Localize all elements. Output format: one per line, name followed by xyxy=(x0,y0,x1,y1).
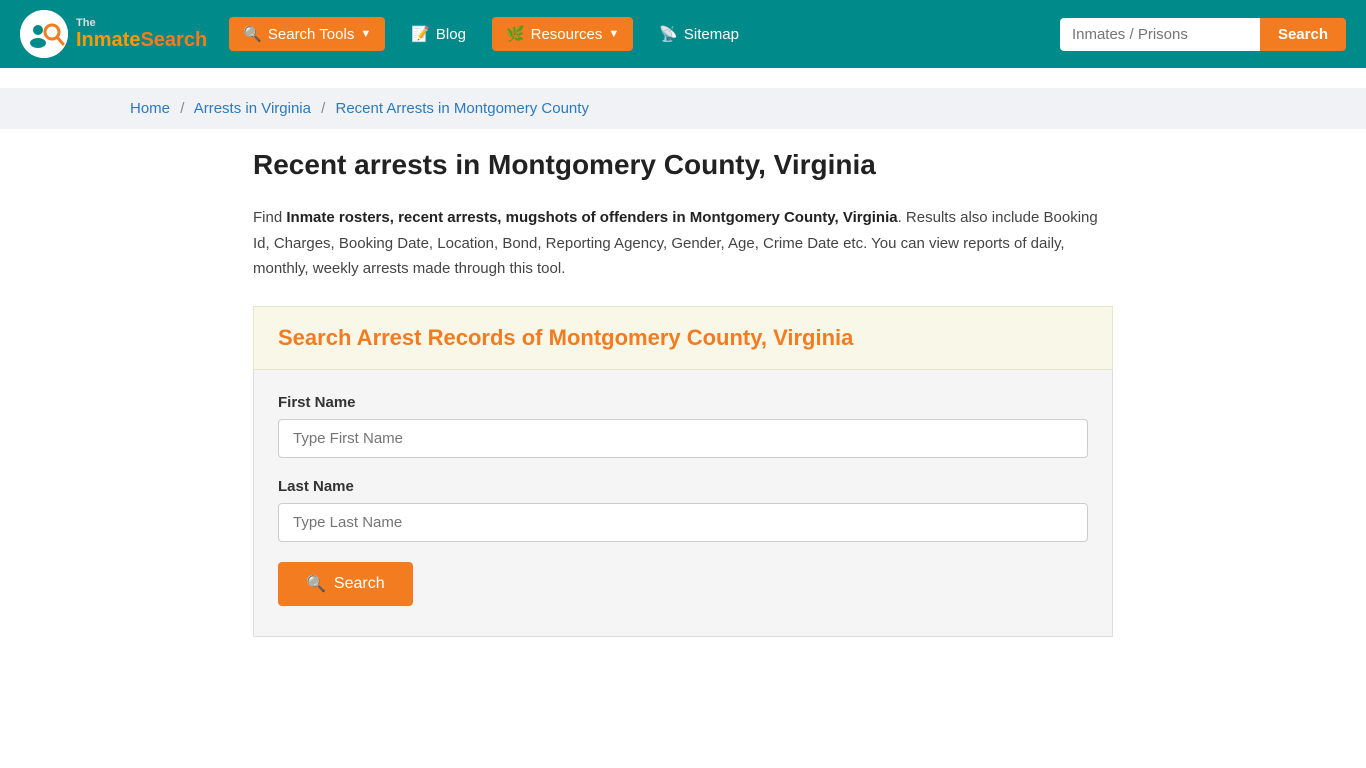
sitemap-button[interactable]: 📡 Sitemap xyxy=(645,17,753,51)
blog-label: Blog xyxy=(436,26,466,43)
search-section-title: Search Arrest Records of Montgomery Coun… xyxy=(278,325,1088,351)
description: Find Inmate rosters, recent arrests, mug… xyxy=(253,205,1113,282)
header-search-input[interactable] xyxy=(1060,18,1260,51)
chevron-down-icon: ▼ xyxy=(360,28,371,40)
search-tools-label: Search Tools xyxy=(268,26,354,43)
description-intro: Find xyxy=(253,209,286,226)
breadcrumb-home[interactable]: Home xyxy=(130,100,170,117)
description-bold: Inmate rosters, recent arrests, mugshots… xyxy=(286,209,897,226)
search-form-area: First Name Last Name 🔍 Search xyxy=(253,370,1113,637)
breadcrumb-arrests-virginia[interactable]: Arrests in Virginia xyxy=(194,100,311,117)
main-content: Recent arrests in Montgomery County, Vir… xyxy=(233,129,1133,657)
search-tools-button[interactable]: 🔍 Search Tools ▼ xyxy=(229,17,385,51)
search-card-header: Search Arrest Records of Montgomery Coun… xyxy=(253,306,1113,370)
first-name-label: First Name xyxy=(278,394,1088,411)
header-search-label: Search xyxy=(1278,26,1328,43)
sitemap-label: Sitemap xyxy=(684,26,739,43)
sitemap-icon: 📡 xyxy=(659,25,678,43)
page-title: Recent arrests in Montgomery County, Vir… xyxy=(253,149,1113,181)
search-submit-label: Search xyxy=(334,575,385,593)
breadcrumb-recent-arrests[interactable]: Recent Arrests in Montgomery County xyxy=(336,100,589,117)
breadcrumb: Home / Arrests in Virginia / Recent Arre… xyxy=(130,100,1236,117)
last-name-group: Last Name xyxy=(278,478,1088,542)
first-name-input[interactable] xyxy=(278,419,1088,458)
breadcrumb-sep-1: / xyxy=(180,100,184,117)
breadcrumb-area: Home / Arrests in Virginia / Recent Arre… xyxy=(0,88,1366,129)
site-header: The InmateSearch 🔍 Search Tools ▼ 📝 Blog… xyxy=(0,0,1366,68)
search-submit-icon: 🔍 xyxy=(306,574,326,594)
last-name-input[interactable] xyxy=(278,503,1088,542)
logo-icon xyxy=(20,10,68,58)
resources-icon: 🌿 xyxy=(506,25,525,43)
header-search-button[interactable]: Search xyxy=(1260,18,1346,51)
logo-area: The InmateSearch xyxy=(20,10,207,58)
last-name-label: Last Name xyxy=(278,478,1088,495)
blog-icon: 📝 xyxy=(411,25,430,43)
resources-label: Resources xyxy=(531,26,603,43)
resources-button[interactable]: 🌿 Resources ▼ xyxy=(492,17,633,51)
header-search-bar: Search xyxy=(1060,18,1346,51)
search-submit-button[interactable]: 🔍 Search xyxy=(278,562,413,606)
breadcrumb-sep-2: / xyxy=(321,100,325,117)
chevron-down-icon-2: ▼ xyxy=(608,28,619,40)
first-name-group: First Name xyxy=(278,394,1088,458)
search-tools-icon: 🔍 xyxy=(243,25,262,43)
blog-button[interactable]: 📝 Blog xyxy=(397,17,480,51)
logo-text: The InmateSearch xyxy=(76,17,207,51)
